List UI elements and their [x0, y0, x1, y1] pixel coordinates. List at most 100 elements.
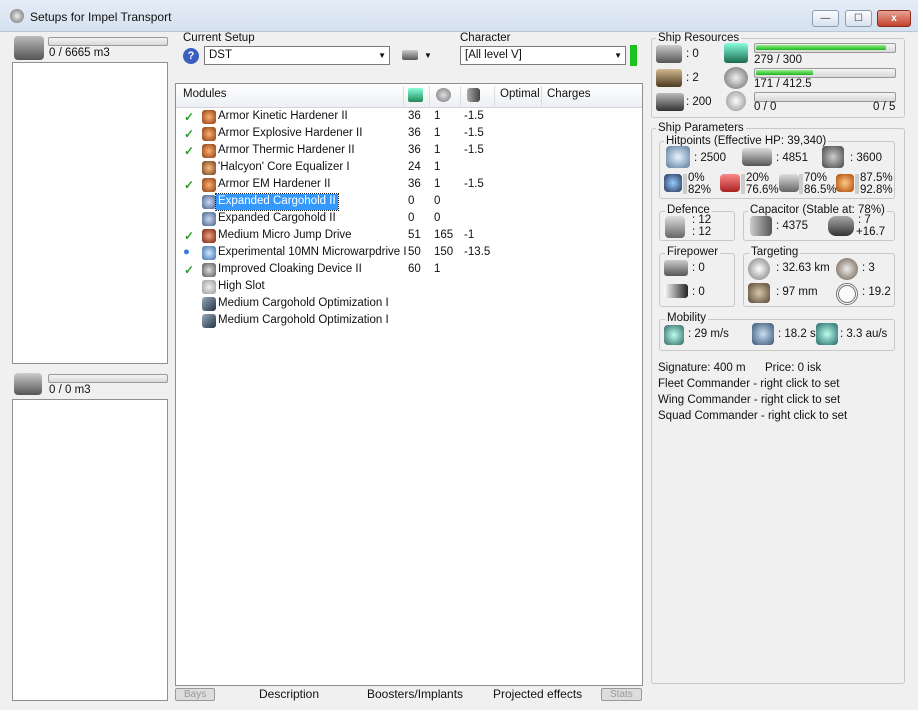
em-resist-icon — [664, 174, 682, 192]
module-row[interactable]: ✓ Medium Micro Jump Drive 51 165 -1 — [176, 228, 642, 245]
hardener-icon — [202, 144, 216, 158]
active-check-icon[interactable]: ✓ — [184, 127, 194, 141]
module-pg: 0 — [434, 195, 441, 207]
drone-dps-icon — [664, 284, 688, 298]
warp-speed: : 3.3 au/s — [840, 328, 888, 340]
active-check-icon[interactable]: ✓ — [184, 263, 194, 277]
module-cap: -1.5 — [464, 144, 484, 156]
cargo-top-list[interactable] — [12, 62, 168, 364]
module-row[interactable]: Medium Cargohold Optimization I — [176, 296, 642, 313]
modules-panel[interactable]: Modules Optimal Charges ✓ Armor Kinetic H… — [175, 83, 643, 686]
powergrid-icon — [724, 67, 748, 89]
title-bar: Setups for Impel Transport — ☐ x — [0, 0, 918, 32]
tab-boosters-implants[interactable]: Boosters/Implants — [367, 687, 463, 701]
align-time: : 18.2 s — [778, 328, 816, 340]
module-name: Medium Cargohold Optimization I — [218, 297, 389, 309]
help-icon[interactable]: ? — [183, 48, 199, 64]
offline-state-icon[interactable]: ● — [183, 246, 190, 258]
module-row[interactable]: ✓ Armor Kinetic Hardener II 36 1 -1.5 — [176, 109, 642, 126]
tab-projected-effects[interactable]: Projected effects — [493, 687, 582, 701]
launcher-hardpoint-icon — [656, 69, 682, 87]
module-name: Armor Kinetic Hardener II — [218, 110, 348, 122]
core-equalizer-icon — [202, 161, 216, 175]
setup-select-value: DST — [209, 49, 232, 61]
powergrid-header-icon[interactable] — [436, 88, 451, 102]
active-check-icon[interactable]: ✓ — [184, 229, 194, 243]
sensor-strength: : 19.2 — [862, 286, 891, 298]
hardener-icon — [202, 127, 216, 141]
app-icon — [10, 9, 24, 23]
header-modules[interactable]: Modules — [183, 88, 226, 100]
shield-hp: : 2500 — [694, 152, 726, 164]
module-row[interactable]: Expanded Cargohold II 0 0 — [176, 211, 642, 228]
cargo-bottom-list[interactable] — [12, 399, 168, 701]
velocity-icon — [664, 325, 684, 345]
capacitor-icon — [750, 216, 772, 236]
cpu-header-icon[interactable] — [408, 88, 423, 102]
microwarpdrive-icon — [202, 246, 216, 260]
column-divider — [429, 86, 430, 106]
module-row-selected[interactable]: Expanded Cargohold II 0 0 — [176, 193, 642, 211]
module-row[interactable]: ✓ Armor EM Hardener II 36 1 -1.5 — [176, 177, 642, 194]
minimize-button[interactable]: — — [812, 10, 839, 27]
active-check-icon[interactable]: ✓ — [184, 110, 194, 124]
warp-speed-icon — [816, 323, 838, 345]
module-row[interactable]: High Slot — [176, 279, 642, 296]
module-row[interactable]: ✓ Armor Thermic Hardener II 36 1 -1.5 — [176, 143, 642, 160]
drone-count: 0 / 5 — [873, 101, 896, 113]
squad-commander[interactable]: Squad Commander - right click to set — [658, 410, 847, 422]
module-cpu: 0 — [408, 195, 415, 207]
active-check-icon[interactable]: ✓ — [184, 178, 194, 192]
module-row[interactable]: 'Halcyon' Core Equalizer I 24 1 — [176, 160, 642, 177]
cpu-icon — [724, 43, 748, 63]
wing-commander[interactable]: Wing Commander - right click to set — [658, 394, 840, 406]
module-row[interactable]: ✓ Armor Explosive Hardener II 36 1 -1.5 — [176, 126, 642, 143]
module-cpu: 36 — [408, 127, 421, 139]
tab-stats[interactable]: Stats — [601, 688, 642, 701]
module-cpu: 50 — [408, 246, 421, 258]
tab-bays[interactable]: Bays — [175, 688, 216, 701]
targeting-label: Targeting — [749, 246, 801, 258]
targeting-range-icon — [748, 258, 770, 280]
header-charges[interactable]: Charges — [547, 88, 590, 100]
active-check-icon[interactable]: ✓ — [184, 144, 194, 158]
armor-icon — [742, 148, 772, 166]
setup-select[interactable]: DST ▼ — [204, 46, 390, 65]
module-row[interactable]: ✓ Improved Cloaking Device II 60 1 — [176, 262, 642, 279]
targeting-range: : 32.63 km — [776, 262, 830, 274]
micro-jump-drive-icon — [202, 229, 216, 243]
capacitor-header-icon[interactable] — [467, 88, 480, 102]
hitpoints-label: Hitpoints (Effective HP: 39,340) — [664, 135, 829, 147]
module-row[interactable]: ● Experimental 10MN Microwarpdrive I 50 150… — [176, 245, 642, 262]
cargo-bottom-capacity: 0 / 0 m3 — [49, 384, 91, 396]
module-name: Expanded Cargohold II — [218, 212, 336, 224]
capacitor-delta: : 7 — [858, 214, 871, 226]
armor-hp: : 4851 — [776, 152, 808, 164]
module-pg: 1 — [434, 263, 441, 275]
column-divider — [494, 86, 495, 106]
chevron-down-icon: ▼ — [614, 51, 622, 60]
ship-parameters-label: Ship Parameters — [656, 122, 746, 134]
hardener-icon — [202, 110, 216, 124]
tab-description[interactable]: Description — [259, 687, 319, 701]
capacitor-recharge: +16.7 — [856, 226, 886, 238]
defence-value-b: : 12 — [692, 226, 712, 238]
thermal-resist-bottom: 76.6% — [746, 184, 779, 196]
mobility-label: Mobility — [665, 312, 708, 324]
powergrid-bar — [754, 68, 896, 78]
structure-icon — [822, 146, 844, 168]
character-select[interactable]: [All level V] ▼ — [460, 46, 626, 65]
cargo-top-capacity: 0 / 6665 m3 — [49, 47, 110, 59]
fleet-commander[interactable]: Fleet Commander - right click to set — [658, 378, 840, 390]
module-cpu: 36 — [408, 110, 421, 122]
module-row[interactable]: Medium Cargohold Optimization I — [176, 313, 642, 330]
cargo-top-icon — [14, 36, 44, 60]
column-divider — [403, 86, 404, 106]
close-button[interactable]: x — [877, 10, 911, 27]
module-cap: -1.5 — [464, 178, 484, 190]
header-optimal[interactable]: Optimal — [500, 88, 540, 100]
cpu-bar — [754, 43, 896, 53]
module-pg: 150 — [434, 246, 454, 258]
maximize-button[interactable]: ☐ — [845, 10, 872, 27]
ship-menu-button[interactable]: ▼ — [400, 48, 436, 64]
